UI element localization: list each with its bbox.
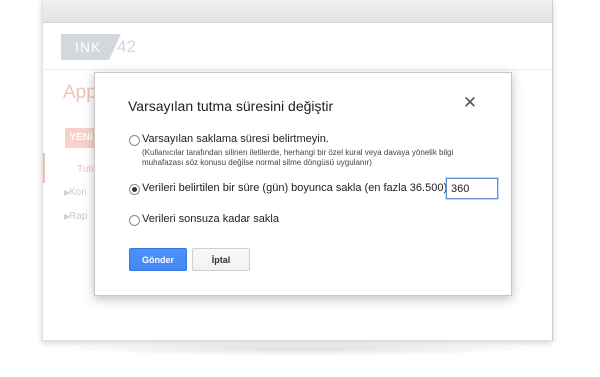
radio-no-default[interactable] xyxy=(129,135,140,146)
option-no-default-label: Varsayılan saklama süresi belirtmeyin. xyxy=(142,133,329,145)
days-input[interactable] xyxy=(446,178,498,199)
close-icon[interactable]: ✕ xyxy=(461,94,479,112)
dialog-title: Varsayılan tutma süresini değiştir xyxy=(128,98,334,114)
option-keep-forever-label: Verileri sonsuza kadar sakla xyxy=(142,213,279,225)
submit-button[interactable]: Gönder xyxy=(129,248,187,271)
radio-specified-days[interactable] xyxy=(129,184,140,195)
retention-dialog: Varsayılan tutma süresini değiştir ✕ Var… xyxy=(94,72,512,296)
cancel-button[interactable]: İptal xyxy=(192,248,250,271)
window-shadow xyxy=(58,342,542,356)
option-no-default-note: (Kullanıcılar tarafından silinen iletile… xyxy=(142,148,454,167)
radio-keep-forever[interactable] xyxy=(129,215,140,226)
option-specified-days-label: Verileri belirtilen bir süre (gün) boyun… xyxy=(142,182,451,194)
